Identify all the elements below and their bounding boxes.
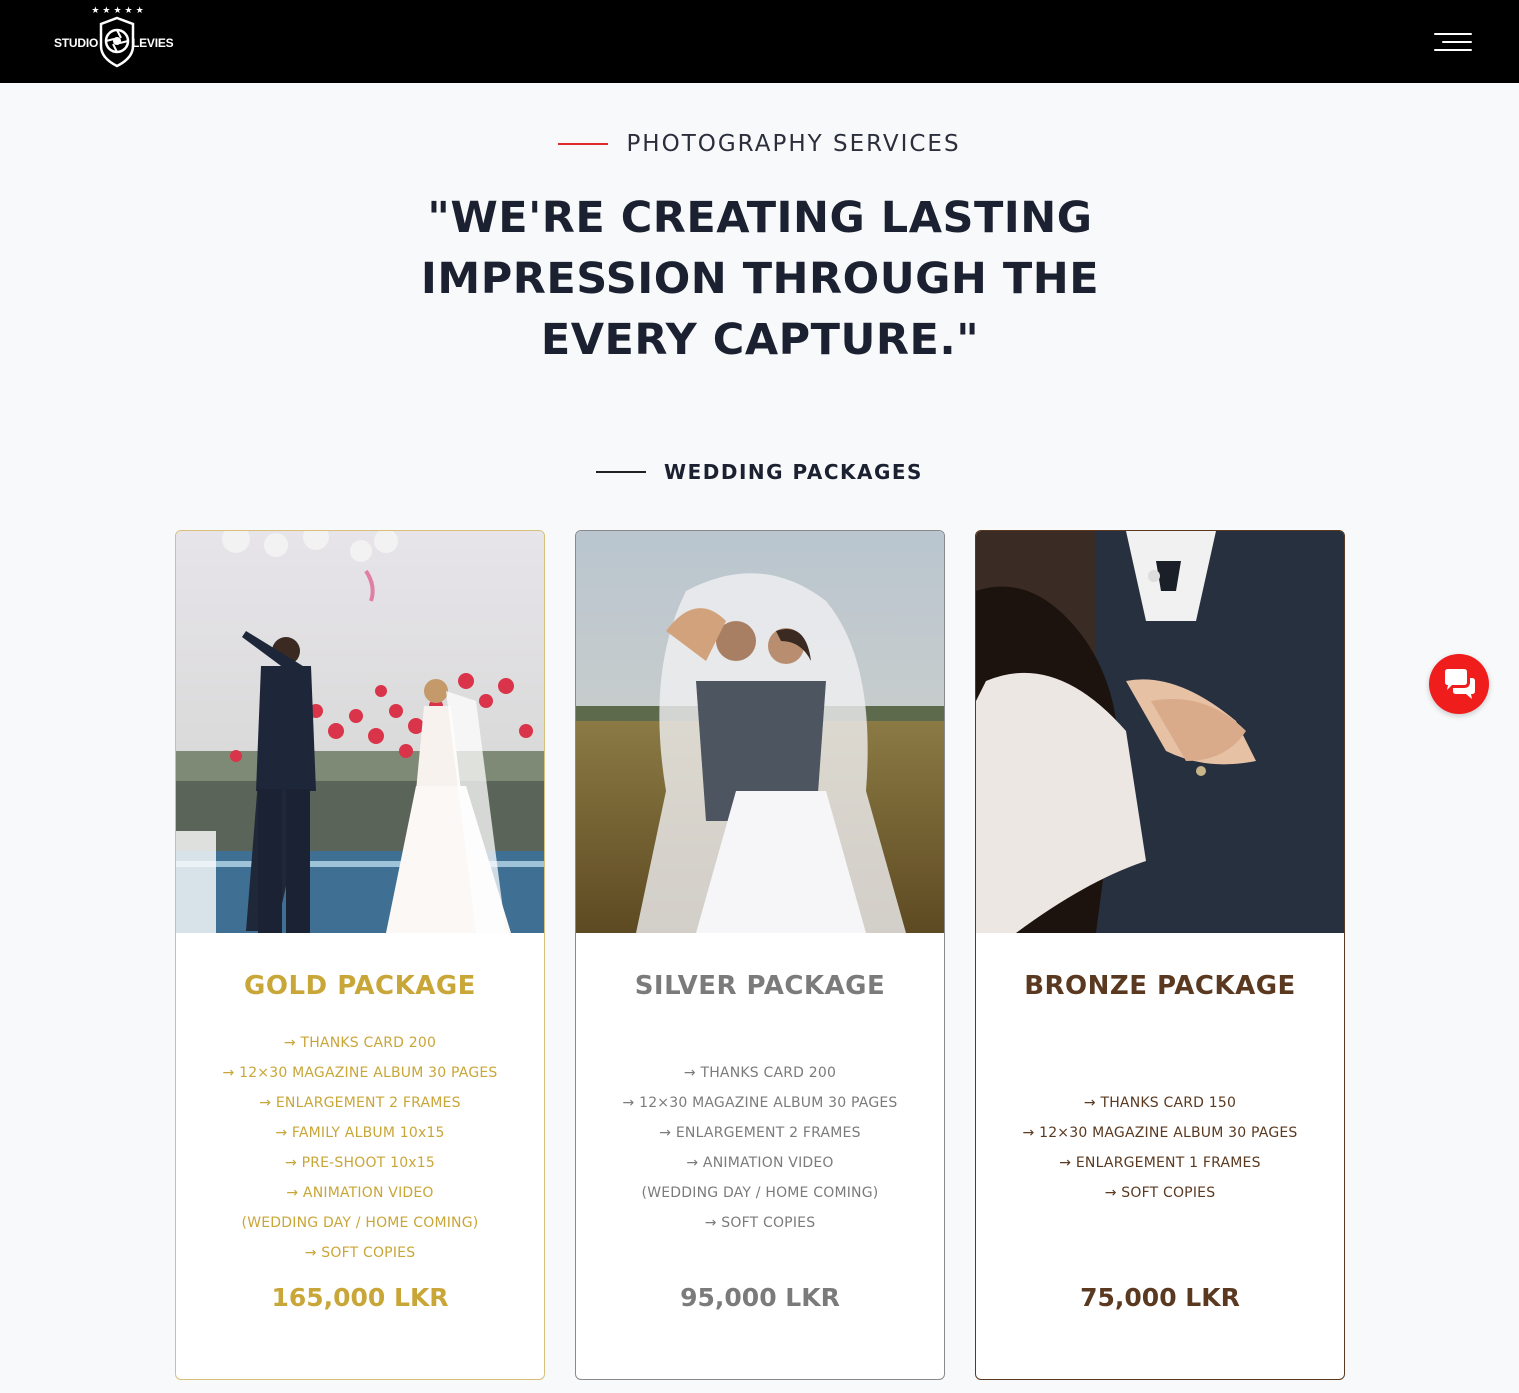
package-feature-item: → THANKS CARD 200 <box>283 1035 437 1051</box>
package-feature-item: → SOFT COPIES <box>304 1245 416 1261</box>
package-feature-item: → SOFT COPIES <box>1104 1185 1216 1201</box>
package-features-silver: → THANKS CARD 200 → 12×30 MAGAZINE ALBUM … <box>576 1058 944 1238</box>
package-feature-item: → ANIMATION VIDEO <box>686 1155 834 1171</box>
package-card-gold[interactable]: GOLD PACKAGE → THANKS CARD 200 → 12×30 MA… <box>175 530 545 1380</box>
chat-widget-button[interactable] <box>1429 654 1489 714</box>
logo-text-levies: LEVIES <box>132 36 174 50</box>
package-feature-item: → THANKS CARD 150 <box>1083 1095 1237 1111</box>
package-card-silver[interactable]: SILVER PACKAGE → THANKS CARD 200 → 12×30 … <box>575 530 945 1380</box>
logo-stars: ★★★★★ <box>91 6 147 16</box>
package-title-gold: GOLD PACKAGE <box>244 971 476 1001</box>
eyebrow-red-rule <box>558 143 609 145</box>
hamburger-menu-icon[interactable] <box>1430 30 1474 56</box>
package-price-gold: 165,000 LKR <box>271 1283 449 1312</box>
package-feature-item: (WEDDING DAY / HOME COMING) <box>241 1215 479 1231</box>
package-features-gold: → THANKS CARD 200 → 12×30 MAGAZINE ALBUM … <box>176 1028 544 1268</box>
package-photo-gold <box>176 531 544 933</box>
package-feature-item: → THANKS CARD 200 <box>683 1065 837 1081</box>
packages-eyebrow-text: WEDDING PACKAGES <box>664 460 923 484</box>
package-feature-item: → ENLARGEMENT 1 FRAMES <box>1059 1155 1261 1171</box>
package-feature-item: → FAMILY ALBUM 10x15 <box>275 1125 445 1141</box>
package-feature-item: → ENLARGEMENT 2 FRAMES <box>659 1125 861 1141</box>
package-feature-item: → 12×30 MAGAZINE ALBUM 30 PAGES <box>1022 1125 1298 1141</box>
package-feature-item: → 12×30 MAGAZINE ALBUM 30 PAGES <box>622 1095 898 1111</box>
package-photo-bronze <box>976 531 1344 933</box>
package-photo-silver <box>576 531 944 933</box>
package-price-bronze: 75,000 LKR <box>1080 1283 1240 1312</box>
camera-shutter-icon <box>99 16 135 68</box>
packages-eyebrow: WEDDING PACKAGES <box>0 458 1519 484</box>
top-navbar: ★★★★★ STUDIO LEVIES <box>0 0 1519 83</box>
logo-text-studio: STUDIO <box>54 36 99 50</box>
package-feature-item: → ENLARGEMENT 2 FRAMES <box>259 1095 461 1111</box>
services-eyebrow-text: PHOTOGRAPHY SERVICES <box>626 131 961 157</box>
package-feature-item: → SOFT COPIES <box>704 1215 816 1231</box>
package-feature-item: → PRE-SHOOT 10x15 <box>284 1155 436 1171</box>
package-feature-item: → 12×30 MAGAZINE ALBUM 30 PAGES <box>222 1065 498 1081</box>
page-headline: "WE'RE CREATING LASTING IMPRESSION THROU… <box>420 193 1100 365</box>
package-title-silver: SILVER PACKAGE <box>634 971 886 1001</box>
services-eyebrow: PHOTOGRAPHY SERVICES <box>0 130 1519 166</box>
chat-bubbles-icon <box>1445 669 1475 699</box>
package-price-silver: 95,000 LKR <box>680 1283 840 1312</box>
package-title-bronze: BRONZE PACKAGE <box>1024 971 1296 1001</box>
package-card-bronze[interactable]: BRONZE PACKAGE → THANKS CARD 150 → 12×30 … <box>975 530 1345 1380</box>
package-feature-item: → ANIMATION VIDEO <box>286 1185 434 1201</box>
studio-levies-logo[interactable]: ★★★★★ STUDIO LEVIES <box>52 6 178 78</box>
package-features-bronze: → THANKS CARD 150 → 12×30 MAGAZINE ALBUM … <box>976 1088 1344 1208</box>
eyebrow-dark-rule <box>596 471 647 473</box>
package-feature-item: (WEDDING DAY / HOME COMING) <box>641 1185 879 1201</box>
